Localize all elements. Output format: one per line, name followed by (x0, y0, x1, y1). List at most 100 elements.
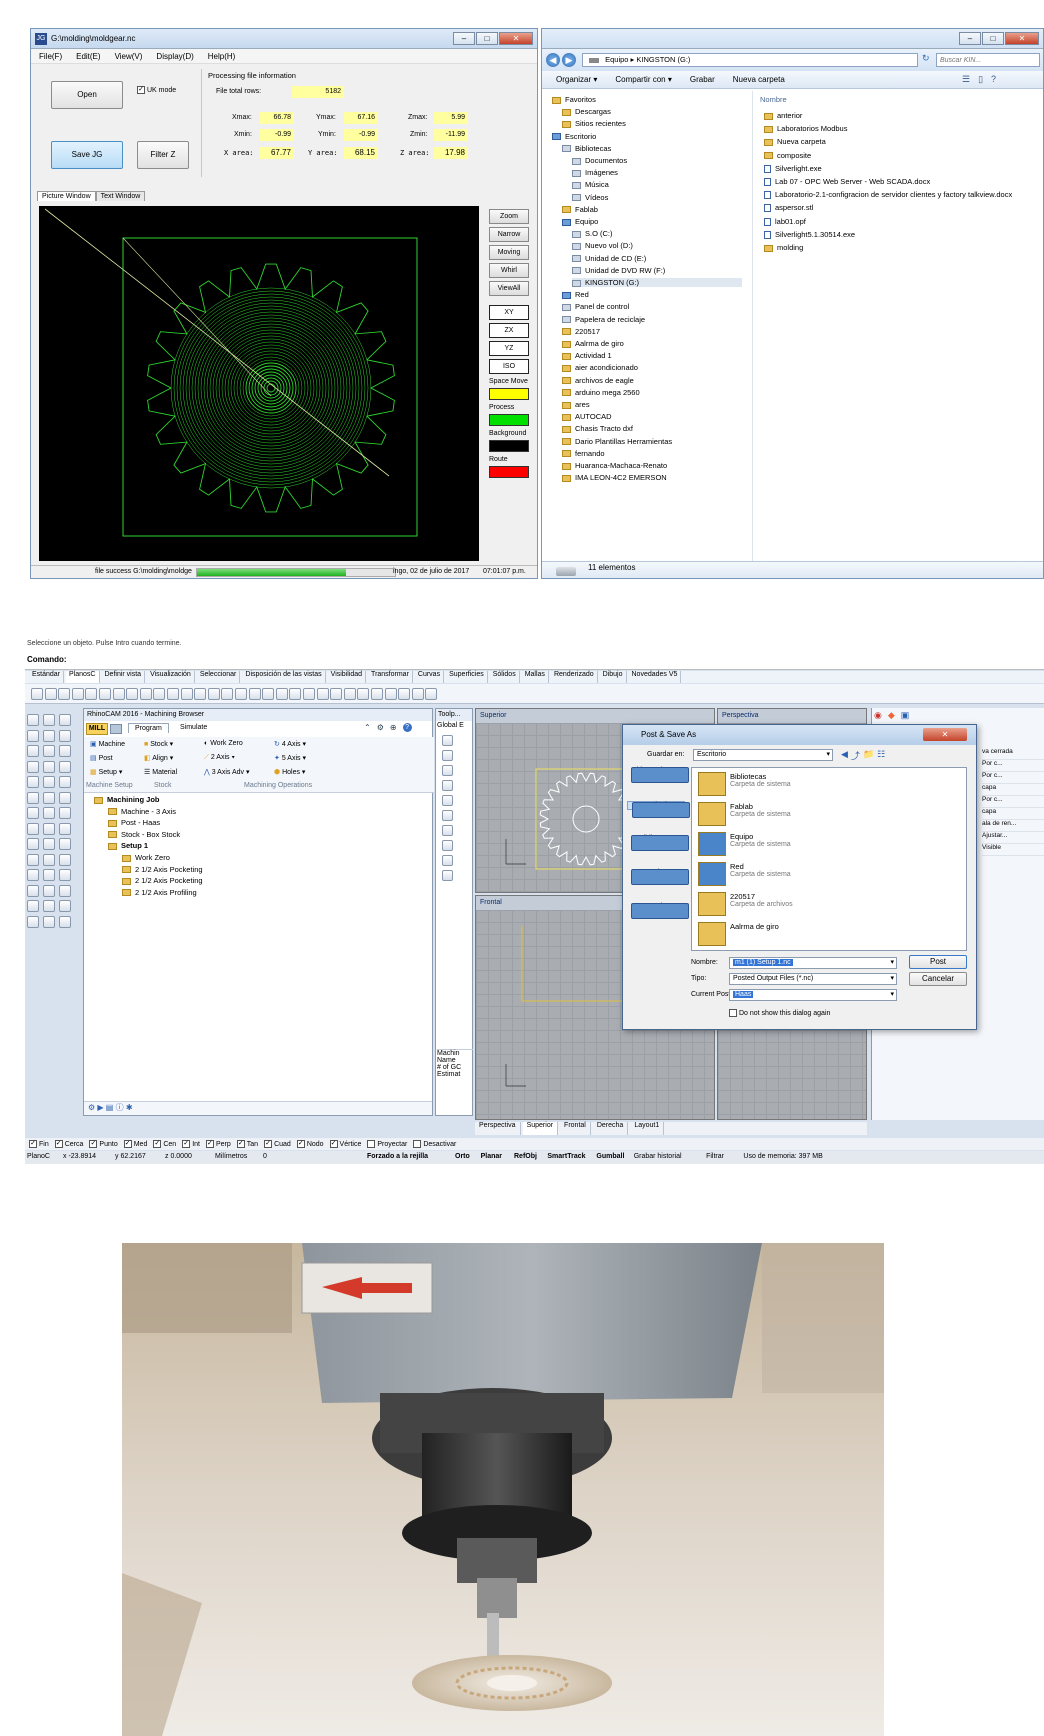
tool-icon[interactable] (43, 745, 55, 757)
tree-item[interactable]: ares (562, 400, 590, 409)
osnap-checkbox[interactable]: ✓ Tan (236, 1140, 258, 1148)
list-item[interactable]: Lab 07 - OPC Web Server - Web SCADA.docx (764, 177, 930, 187)
viewport-tab[interactable]: Perspectiva (475, 1122, 521, 1135)
tool-icon[interactable] (27, 729, 39, 742)
zoom-button[interactable]: Zoom (489, 209, 529, 224)
minimize-icon[interactable]: – (453, 32, 475, 45)
tab-picture-window[interactable]: Picture Window (37, 191, 96, 201)
status-toggle[interactable]: SmartTrack (547, 1153, 585, 1160)
toolbar-icon[interactable] (303, 688, 315, 700)
new-folder-icon[interactable]: 📁 (863, 749, 874, 762)
list-item[interactable]: Aalrma de giro (698, 922, 779, 946)
tool-icon[interactable] (43, 838, 55, 850)
tree-item[interactable]: IMA LEON-4C2 EMERSON (562, 473, 667, 482)
tool-icon[interactable] (43, 884, 55, 897)
property-value[interactable]: Por c... (982, 760, 1044, 772)
tool-icon[interactable] (27, 869, 39, 881)
view-menu-icon[interactable]: ☷ (877, 749, 885, 762)
toolbar-icon[interactable] (112, 688, 125, 700)
refresh-icon[interactable]: ↻ (922, 53, 930, 64)
viewport-tab[interactable]: Layout1 (630, 1122, 665, 1135)
new-folder-button[interactable]: Nueva carpeta (733, 75, 785, 84)
toolbar-tab[interactable]: Renderizado (551, 671, 598, 683)
forward-icon[interactable]: ▶ (562, 53, 576, 67)
whirl-button[interactable]: Whirl (489, 263, 529, 278)
place-item[interactable]: Sitios recientes (627, 767, 689, 783)
tree-item[interactable]: Huaranca-Machaca-Renato (562, 461, 667, 470)
osnap-checkbox[interactable]: ✓ Vértice (329, 1140, 361, 1148)
tree-item[interactable]: arduino mega 2560 (562, 388, 640, 397)
toolbar-icon[interactable] (248, 688, 261, 700)
tool-icon[interactable] (27, 760, 39, 773)
close-icon[interactable]: ✕ (1005, 32, 1039, 45)
list-item[interactable]: 220517 Carpeta de archivos (698, 892, 793, 916)
viewport-perspectiva-title[interactable]: Perspectiva (718, 709, 866, 723)
view-yz-button[interactable]: YZ (489, 341, 529, 356)
properties-icon[interactable]: ◉ (874, 710, 882, 721)
tool-icon[interactable] (27, 853, 39, 866)
back-icon[interactable]: ◀ (546, 53, 560, 67)
search-input[interactable] (936, 53, 1040, 67)
tree-item[interactable]: Imágenes (572, 168, 618, 177)
toolbar-tab[interactable]: Mallas (522, 671, 549, 683)
post-button[interactable]: Post (909, 955, 967, 969)
menu-file[interactable]: File(F) (39, 52, 62, 61)
toolbar-tab[interactable]: Dibujo (600, 671, 627, 683)
tree-item[interactable]: Setup 1 (108, 841, 148, 850)
toolbar-tab[interactable]: Disposición de las vistas (242, 671, 326, 683)
post-button[interactable]: ▤ Post (90, 754, 113, 762)
list-item[interactable]: aspersor.stl (764, 203, 813, 213)
tool-icon[interactable] (59, 776, 71, 788)
save-jg-button[interactable]: Save JG (51, 141, 123, 169)
toolbar-icon[interactable] (425, 688, 438, 700)
property-value[interactable]: Ajustar... (982, 832, 1044, 844)
tree-item[interactable]: Machining Job (94, 795, 160, 804)
tool-icon[interactable] (59, 745, 71, 757)
tool-icon[interactable] (43, 869, 55, 881)
tree-item[interactable]: Favoritos (552, 95, 596, 104)
tree-item[interactable]: 2 1/2 Axis Profiling (122, 888, 197, 897)
toolbar-icon[interactable] (221, 688, 234, 700)
tree-item[interactable]: Machine - 3 Axis (108, 807, 176, 816)
list-item[interactable]: Nueva carpeta (764, 137, 826, 146)
viewall-button[interactable]: ViewAll (489, 281, 529, 296)
setup-button[interactable]: ▦ Setup ▾ (90, 768, 122, 776)
property-value[interactable]: Por c... (982, 796, 1044, 808)
tool-icon[interactable] (43, 791, 55, 804)
tree-item[interactable]: Chasis Tracto dxf (562, 424, 633, 433)
help-icon[interactable]: ? (402, 723, 412, 732)
tool-icon[interactable] (59, 900, 71, 912)
place-item[interactable]: Equipo (627, 869, 689, 885)
list-item[interactable]: Red Carpeta de sistema (698, 862, 791, 886)
toolpath-tool-icon[interactable] (442, 780, 453, 791)
place-item[interactable]: Escritorio (627, 801, 690, 818)
tool-icon[interactable] (59, 838, 71, 850)
status-plane[interactable]: PlanoC (27, 1153, 50, 1160)
toolbar-icon[interactable] (180, 688, 193, 700)
tool-icon[interactable] (59, 729, 71, 742)
list-item[interactable]: Bibliotecas Carpeta de sistema (698, 772, 791, 796)
toolbar-tab[interactable]: Seleccionar (197, 671, 241, 683)
status-toggle[interactable]: RefObj (514, 1153, 537, 1160)
toolbar-icon[interactable] (371, 688, 383, 700)
tool-icon[interactable] (27, 791, 39, 804)
maximize-icon[interactable]: □ (476, 32, 498, 45)
open-button[interactable]: Open (51, 81, 123, 109)
up-folder-icon[interactable]: ⤴ (851, 749, 860, 762)
tree-item[interactable]: Work Zero (122, 853, 170, 862)
info-icon[interactable]: ⓘ (116, 1103, 124, 1112)
toolbar-icon[interactable] (289, 688, 302, 700)
osnap-checkbox[interactable]: Proyectar (367, 1140, 407, 1148)
tree-item[interactable]: Documentos (572, 156, 627, 165)
tree-item[interactable]: Equipo (562, 217, 598, 226)
toolbar-icon[interactable] (85, 688, 98, 700)
file-type-select[interactable]: Posted Output Files (*.nc) ▾ (729, 973, 897, 985)
toolbar-icon[interactable] (139, 688, 152, 700)
tool-icon[interactable] (27, 900, 39, 912)
tree-item[interactable]: Nuevo vol (D:) (572, 241, 633, 250)
help-icon[interactable]: ? (991, 74, 996, 85)
minimize-icon[interactable]: – (959, 32, 981, 45)
tool-icon[interactable] (27, 838, 39, 850)
status-x[interactable]: x -23.8914 (63, 1153, 96, 1160)
status-toggle[interactable]: Filtrar (706, 1153, 724, 1160)
